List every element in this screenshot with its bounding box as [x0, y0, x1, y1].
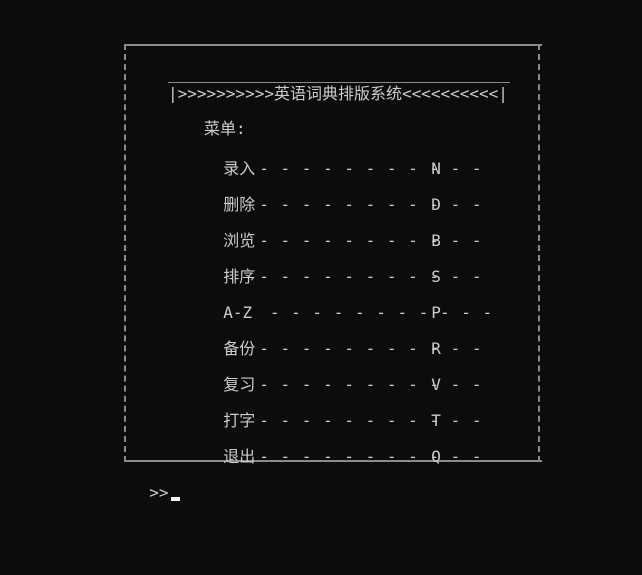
menu-item-sort[interactable]: 排序 - - - - - - - - - - -S — [204, 244, 481, 286]
frame-top-border — [124, 44, 542, 46]
menu-item-a-z[interactable]: A-Z - - - - - - - - - - -P — [204, 280, 492, 322]
frame-left-border — [124, 44, 126, 462]
menu-item-label: 退出 — [223, 447, 256, 466]
title-banner: |>>>>>>>>>>英语词典排版系统<<<<<<<<<<| — [168, 80, 510, 104]
menu-item-backup[interactable]: 备份 - - - - - - - - - - -R — [204, 316, 481, 358]
menu-item-leader: - - - - - - - - - - - — [259, 447, 483, 466]
prompt-symbol: >> — [149, 483, 169, 502]
frame-right-border — [538, 44, 540, 462]
menu-item-key: Q — [431, 447, 441, 466]
menu-item-typing[interactable]: 打字 - - - - - - - - - - -T — [204, 388, 481, 430]
menu-item-exit[interactable]: 退出 - - - - - - - - - - -Q — [204, 424, 481, 466]
menu-item-delete[interactable]: 删除 - - - - - - - - - - -D — [204, 172, 481, 214]
app-title: |>>>>>>>>>>英语词典排版系统<<<<<<<<<<| — [168, 84, 508, 103]
menu-item-browse[interactable]: 浏览 - - - - - - - - - - -B — [204, 208, 481, 250]
command-prompt[interactable]: >> — [130, 460, 180, 502]
menu-item-input[interactable]: 录入 - - - - - - - - - - -N — [204, 136, 481, 178]
text-cursor — [170, 497, 180, 501]
menu-item-review[interactable]: 复习 - - - - - - - - - - -V — [204, 352, 481, 394]
